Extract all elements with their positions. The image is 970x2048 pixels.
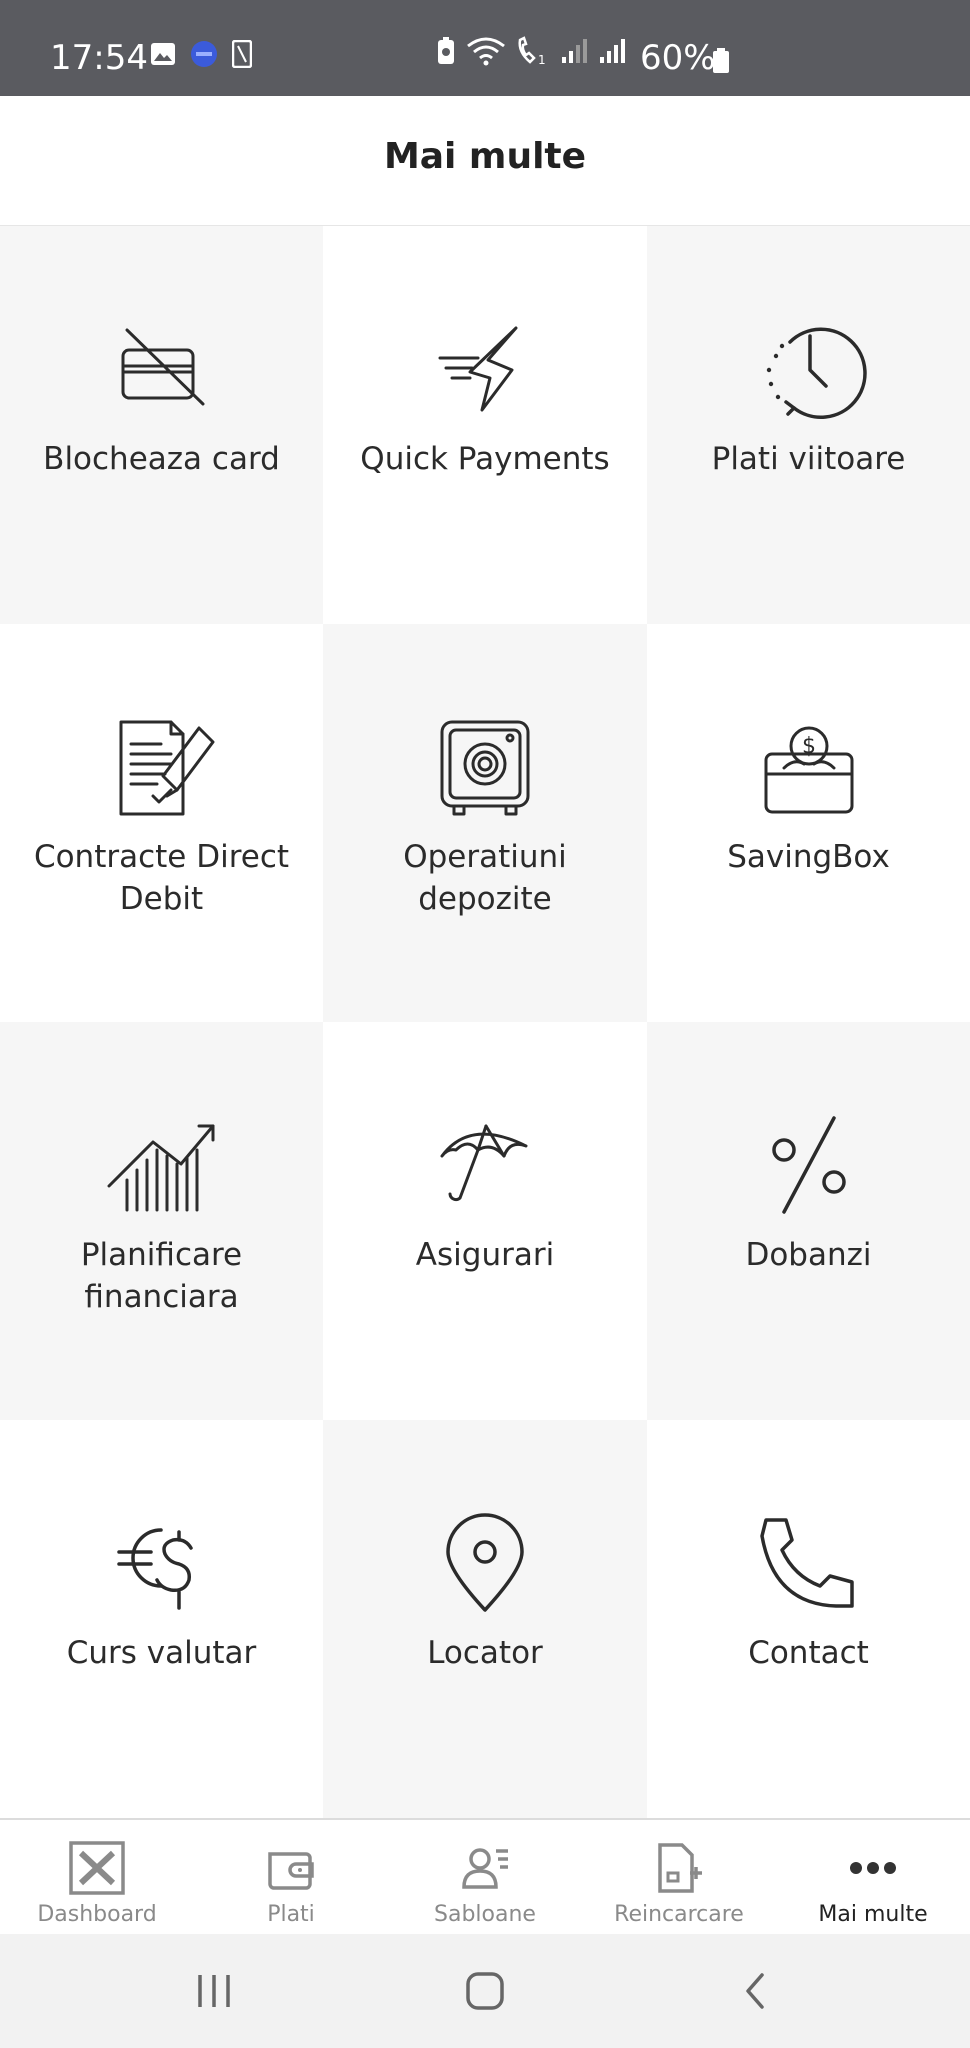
nav-label: Reincarcare — [614, 1902, 744, 1927]
tile-label: Operatiuni depozite — [403, 839, 567, 917]
recent-apps-icon — [198, 1975, 230, 2007]
contract-icon — [119, 720, 214, 816]
more-dots-icon — [850, 1862, 896, 1874]
signal-2-icon — [600, 39, 625, 63]
nav-label: Mai multe — [818, 1902, 928, 1927]
back-button[interactable] — [725, 1964, 785, 2018]
currency-exchange-icon — [116, 1528, 193, 1610]
tile-label: Quick Payments — [360, 441, 610, 477]
safe-icon — [440, 720, 530, 816]
page-header: Mai multe — [0, 96, 970, 226]
saving-box-icon: $ — [764, 726, 853, 814]
tile-operatiuni-depozite[interactable]: Operatiuni depozite — [323, 624, 647, 1022]
tile-asigurari[interactable]: Asigurari — [323, 1022, 647, 1420]
wallet-icon — [268, 1852, 314, 1890]
home-icon — [466, 1972, 504, 2010]
tile-label: Contracte Direct Debit — [33, 839, 290, 917]
tile-locator[interactable]: Locator — [323, 1420, 647, 1818]
blocked-card-icon — [121, 328, 204, 406]
tablet-icon — [232, 40, 252, 68]
umbrella-icon — [440, 1124, 528, 1202]
templates-icon — [462, 1848, 508, 1889]
tile-label: Dobanzi — [745, 1237, 872, 1273]
battery-percent: 60% — [640, 38, 716, 78]
tile-label: SavingBox — [727, 839, 890, 875]
lightning-icon — [438, 326, 518, 412]
nav-item-plati[interactable]: Plati — [194, 1820, 388, 1934]
more-options-grid: Blocheaza card Quick Payments Plati viit… — [0, 226, 970, 1818]
tile-curs-valutar[interactable]: Curs valutar — [0, 1420, 323, 1818]
tile-label: Plati viitoare — [711, 441, 906, 477]
home-button[interactable] — [455, 1964, 515, 2018]
tile-label: Contact — [748, 1635, 869, 1671]
nav-label: Dashboard — [37, 1902, 157, 1927]
recharge-icon — [658, 1843, 702, 1893]
wifi-icon — [467, 37, 505, 66]
tile-planificare-financiara[interactable]: Planificare financiara — [0, 1022, 323, 1420]
nav-label: Plati — [267, 1902, 315, 1927]
location-pin-icon — [446, 1513, 524, 1612]
tile-blocheaza-card[interactable]: Blocheaza card — [0, 226, 323, 624]
bottom-nav: Dashboard Plati Sabloane Reincarcare Mai… — [0, 1818, 970, 1934]
nav-item-dashboard[interactable]: Dashboard — [0, 1820, 194, 1934]
growth-chart-icon — [107, 1124, 214, 1212]
tile-label: Locator — [427, 1635, 543, 1671]
svg-text:$: $ — [802, 734, 816, 759]
signal-1-icon — [562, 39, 587, 63]
status-time: 17:54 — [50, 38, 148, 78]
status-bar: 17:54 1 60% — [0, 0, 970, 96]
back-icon — [746, 1973, 764, 2009]
volte-call-icon: 1 — [518, 36, 546, 66]
image-icon — [151, 43, 175, 65]
tile-contracte-direct-debit[interactable]: Contracte Direct Debit — [0, 624, 323, 1022]
nav-item-reincarcare[interactable]: Reincarcare — [582, 1820, 776, 1934]
tile-quick-payments[interactable]: Quick Payments — [323, 226, 647, 624]
nav-item-sabloane[interactable]: Sabloane — [388, 1820, 582, 1934]
battery-icon — [713, 48, 729, 73]
system-nav-bar — [0, 1934, 970, 2048]
percent-icon — [771, 1116, 846, 1214]
app-badge-icon — [191, 41, 217, 67]
tile-dobanzi[interactable]: Dobanzi — [647, 1022, 970, 1420]
tile-savingbox[interactable]: $ SavingBox — [647, 624, 970, 1022]
page-title: Mai multe — [383, 136, 587, 177]
recent-apps-button[interactable] — [184, 1964, 244, 2018]
tile-label: Curs valutar — [66, 1635, 257, 1671]
battery-saver-icon — [438, 37, 454, 64]
dashboard-icon — [69, 1841, 125, 1895]
tile-contact[interactable]: Contact — [647, 1420, 970, 1818]
clock-icon — [766, 327, 867, 419]
svg-text:1: 1 — [538, 53, 546, 66]
status-left-icons — [150, 40, 252, 68]
status-right-icons: 1 — [436, 36, 626, 66]
tile-label: Planificare financiara — [80, 1237, 243, 1315]
phone-icon — [759, 1518, 854, 1608]
nav-item-mai-multe[interactable]: Mai multe — [776, 1820, 970, 1934]
tile-label: Blocheaza card — [43, 441, 280, 477]
tile-plati-viitoare[interactable]: Plati viitoare — [647, 226, 970, 624]
tile-label: Asigurari — [415, 1237, 555, 1273]
nav-label: Sabloane — [434, 1902, 536, 1927]
